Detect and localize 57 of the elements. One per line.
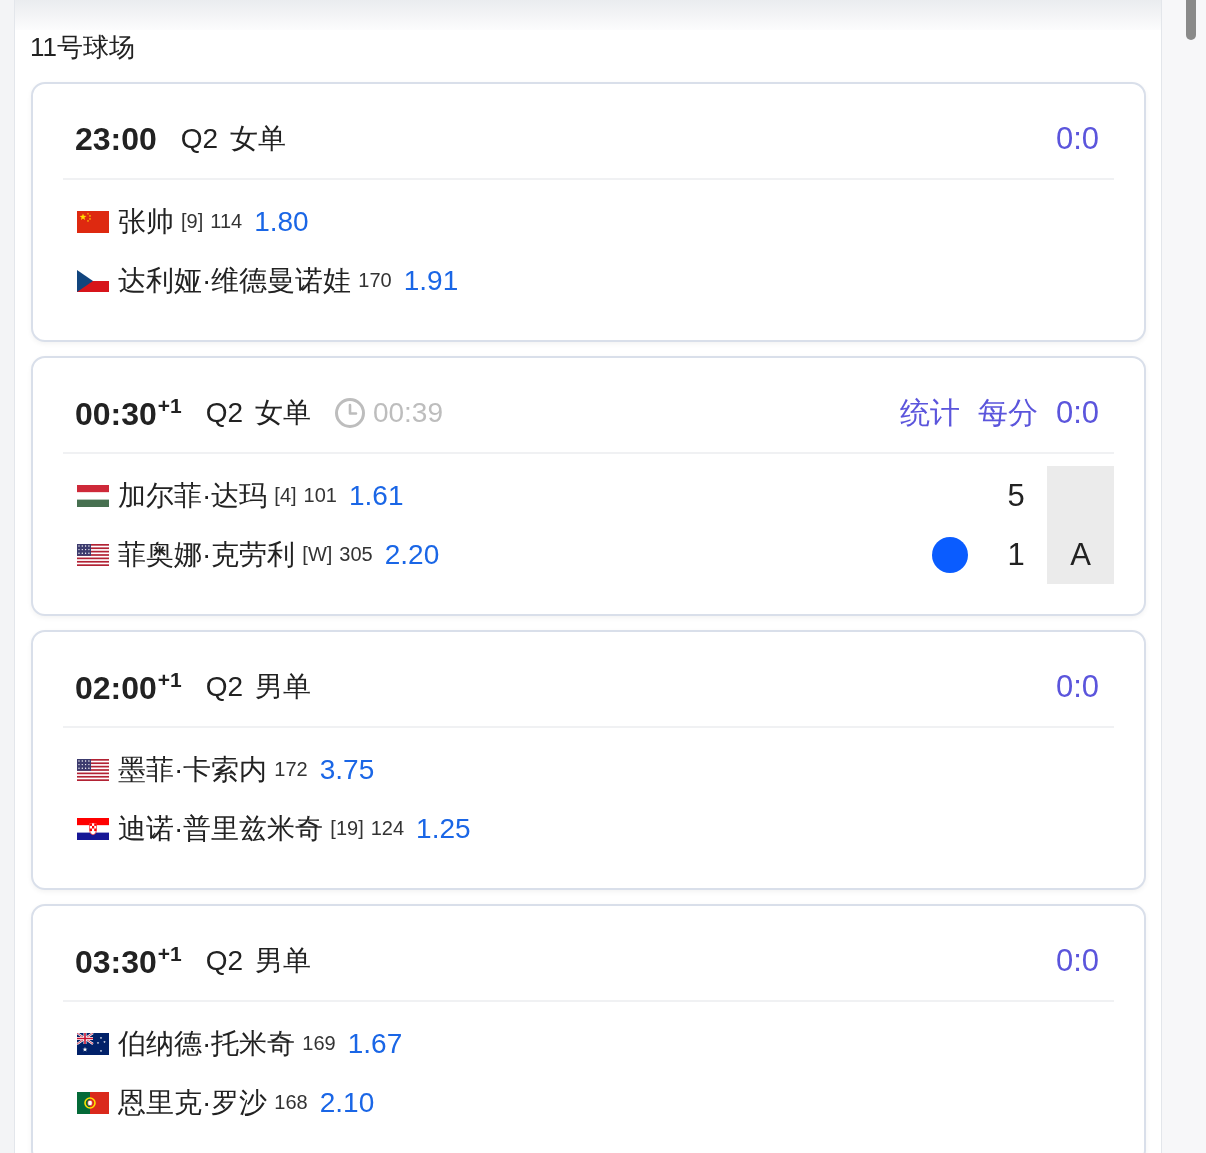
player-ranking: 101 xyxy=(303,484,337,507)
player-ranking: 168 xyxy=(274,1091,308,1114)
hungary-flag-icon xyxy=(77,484,109,507)
china-flag-icon xyxy=(77,210,109,233)
player-odds: 1.91 xyxy=(403,264,459,297)
player-name: 达利娅·维德曼诺娃 xyxy=(118,263,352,298)
player-odds: 2.10 xyxy=(319,1086,375,1119)
player-odds: 2.20 xyxy=(384,538,440,571)
player-seed: [W] xyxy=(302,543,333,566)
match-score: 0:0 xyxy=(1055,395,1099,431)
player-name: 加尔菲·达玛 xyxy=(118,478,268,513)
usa-flag-icon xyxy=(77,543,109,566)
elapsed-time: 00:39 xyxy=(372,397,443,429)
player-ranking: 305 xyxy=(339,543,373,566)
player-name: 伯纳德·托米奇 xyxy=(118,1026,296,1061)
game-score: 5 xyxy=(1007,477,1025,514)
court-title: 11号球场 xyxy=(29,31,135,64)
clock-icon xyxy=(334,398,365,428)
match-time: 02:00$^{+1}$ xyxy=(75,667,182,707)
player-ranking: 114 xyxy=(210,210,243,233)
match-category: Q2 女单 xyxy=(180,122,286,156)
player-seed: [19] xyxy=(330,817,364,840)
match-category: Q2 男单 xyxy=(205,670,311,704)
usa-flag-icon xyxy=(77,758,109,781)
player-name: 迪诺·普里兹米奇 xyxy=(118,811,324,846)
player-seed: [9] xyxy=(181,210,204,233)
match-category: Q2 女单 xyxy=(205,396,311,430)
player-ranking: 169 xyxy=(302,1032,336,1055)
player-ranking: 170 xyxy=(358,269,392,292)
player-name: 墨菲·卡索内 xyxy=(118,752,268,787)
player-ranking: 124 xyxy=(370,817,405,840)
player-seed: [4] xyxy=(274,484,297,507)
match-category: Q2 男单 xyxy=(205,944,311,978)
match-time: 00:30$^{+1}$ xyxy=(75,393,182,433)
player-odds: 1.25 xyxy=(416,812,471,845)
match-link[interactable]: 每分 xyxy=(977,392,1038,434)
player-odds: 3.75 xyxy=(319,753,375,786)
match-score: 0:0 xyxy=(1055,121,1099,157)
match-score: 0:0 xyxy=(1055,669,1099,705)
point-score: A xyxy=(1070,536,1091,573)
player-odds: 1.61 xyxy=(348,479,404,512)
croatia-flag-icon xyxy=(77,817,109,840)
czech-flag-icon xyxy=(77,269,109,292)
scrollbar-thumb[interactable] xyxy=(1186,0,1196,40)
player-name: 张帅 xyxy=(118,204,174,239)
match-time: 03:30$^{+1}$ xyxy=(75,941,182,981)
match-score: 0:0 xyxy=(1055,943,1099,979)
player-ranking: 172 xyxy=(274,758,308,781)
player-odds: 1.67 xyxy=(347,1027,403,1060)
player-odds: 1.80 xyxy=(254,205,309,238)
player-name: 恩里克·罗沙 xyxy=(118,1085,268,1120)
portugal-flag-icon xyxy=(77,1091,109,1114)
match-time: 23:00 xyxy=(75,120,157,158)
game-score: 1 xyxy=(1007,536,1025,573)
australia-flag-icon xyxy=(77,1032,109,1055)
match-link[interactable]: 统计 xyxy=(899,392,960,434)
player-name: 菲奥娜·克劳利 xyxy=(118,537,296,572)
